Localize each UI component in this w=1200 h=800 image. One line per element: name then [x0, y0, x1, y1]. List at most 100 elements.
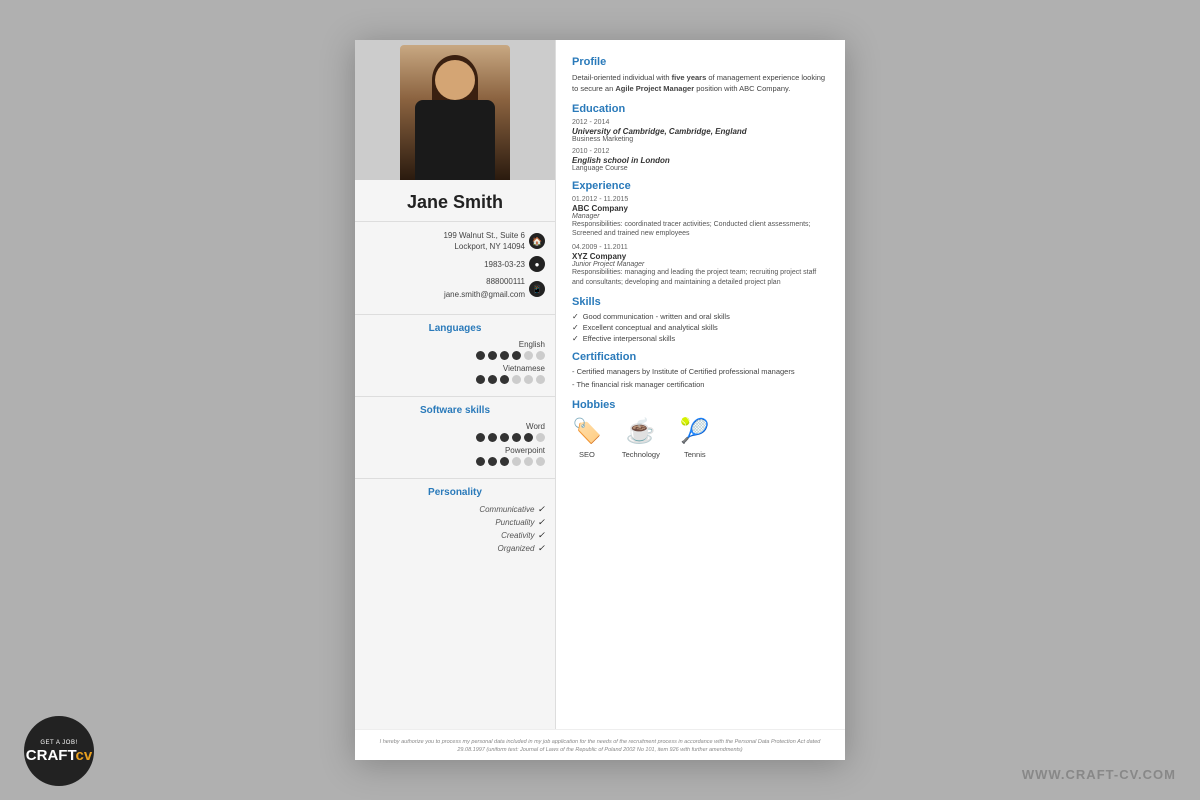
dot: [476, 433, 485, 442]
word-label: Word: [365, 422, 545, 431]
profile-text: Detail-oriented individual with five yea…: [572, 72, 829, 95]
ppt-label: Powerpoint: [365, 446, 545, 455]
certification-title: Certification: [572, 351, 829, 363]
experience-title: Experience: [572, 180, 829, 192]
ppt-dots: [365, 457, 545, 466]
dot: [488, 433, 497, 442]
dot: [476, 375, 485, 384]
profile-title: Profile: [572, 56, 829, 68]
software-section: Software skills Word Powerpoint: [355, 397, 555, 479]
edu-degree-1: Business Marketing: [572, 136, 829, 143]
cert-item-2: - The financial risk manager certificati…: [572, 380, 829, 391]
seo-icon: 🏷️: [572, 417, 602, 446]
dot: [488, 375, 497, 384]
home-icon: 🏠: [529, 233, 545, 249]
languages-title: Languages: [365, 323, 545, 334]
personality-title: Personality: [365, 487, 545, 498]
skill-text-1: Good communication - written and oral sk…: [583, 312, 730, 321]
address-line1: 199 Walnut St., Suite 6: [443, 230, 525, 241]
lang-english-dots: [365, 351, 545, 360]
personality-section: Personality Communicative ✓ Punctuality …: [355, 479, 555, 564]
dot-empty: [536, 457, 545, 466]
dot: [500, 351, 509, 360]
exp-date-2: 04.2009 - 11.2011: [572, 244, 829, 251]
hobbies-title: Hobbies: [572, 399, 829, 411]
edu-date-1: 2012 - 2014: [572, 119, 829, 126]
dot-empty: [512, 457, 521, 466]
dot-empty: [536, 351, 545, 360]
phone-icon: 📱: [529, 281, 545, 297]
logo-tagline: GET A JOB!: [40, 740, 77, 746]
watermark: WWW.CRAFT-CV.COM: [1022, 767, 1176, 782]
dot-empty: [524, 375, 533, 384]
address-item: 199 Walnut St., Suite 6 Lockport, NY 140…: [365, 230, 545, 252]
dot: [500, 375, 509, 384]
check-icon: ✓: [572, 312, 579, 321]
dot-empty: [512, 375, 521, 384]
cert-item-1: - Certified managers by Institute of Cer…: [572, 367, 829, 378]
dot-empty: [524, 457, 533, 466]
tennis-icon: 🎾: [680, 417, 710, 446]
languages-section: Languages English Vietnamese: [355, 315, 555, 397]
check-icon: ✓: [572, 334, 579, 343]
education-title: Education: [572, 103, 829, 115]
left-panel: Jane Smith 199 Walnut St., Suite 6 Lockp…: [355, 40, 555, 729]
logo-name: CRAFTcv: [26, 748, 92, 763]
lang-vietnamese-dots: [365, 375, 545, 384]
exp-date-1: 01.2012 - 11.2015: [572, 196, 829, 203]
check-icon: ✓: [537, 504, 545, 515]
dot: [476, 457, 485, 466]
technology-icon: ☕: [626, 417, 656, 446]
personality-creativity: Creativity ✓: [365, 530, 545, 541]
exp-company-2: XYZ Company: [572, 252, 829, 261]
check-icon: ✓: [537, 517, 545, 528]
calendar-icon: ●: [529, 256, 545, 272]
contact-area: 199 Walnut St., Suite 6 Lockport, NY 140…: [355, 222, 555, 315]
edu-school-2: English school in London: [572, 156, 829, 165]
edu-date-2: 2010 - 2012: [572, 148, 829, 155]
head: [435, 60, 475, 100]
personality-communicative: Communicative ✓: [365, 504, 545, 515]
name-area: Jane Smith: [355, 180, 555, 222]
person-name: Jane Smith: [365, 192, 545, 213]
resume-paper: Jane Smith 199 Walnut St., Suite 6 Lockp…: [355, 40, 845, 760]
hobby-tennis: 🎾 Tennis: [680, 417, 710, 459]
hobbies-row: 🏷️ SEO ☕ Technology 🎾 Tennis: [572, 417, 829, 459]
email-value: jane.smith@gmail.com: [444, 289, 525, 302]
dot: [512, 433, 521, 442]
body: [415, 100, 495, 180]
phone-value: 888000111: [444, 276, 525, 289]
exp-desc-1: Responsibilities: coordinated tracer act…: [572, 220, 829, 240]
exp-company-1: ABC Company: [572, 204, 829, 213]
skill-text-3: Effective interpersonal skills: [583, 334, 675, 343]
word-dots: [365, 433, 545, 442]
dob-item: 1983-03-23 ●: [365, 256, 545, 272]
dob-value: 1983-03-23: [484, 260, 525, 269]
tennis-label: Tennis: [684, 450, 706, 459]
dot: [512, 351, 521, 360]
lang-english-label: English: [365, 340, 545, 349]
check-icon: ✓: [537, 530, 545, 541]
dot: [524, 433, 533, 442]
dot-empty: [536, 433, 545, 442]
footer-text: I hereby authorize you to process my per…: [355, 729, 845, 761]
dot-empty: [536, 375, 545, 384]
dot: [500, 457, 509, 466]
hobby-technology: ☕ Technology: [622, 417, 660, 459]
check-icon: ✓: [572, 323, 579, 332]
photo-area: [355, 40, 555, 180]
exp-desc-2: Responsibilities: managing and leading t…: [572, 268, 829, 288]
exp-role-1: Manager: [572, 213, 829, 220]
dot-empty: [524, 351, 533, 360]
check-icon: ✓: [537, 543, 545, 554]
logo-sub: cv: [76, 747, 93, 764]
edu-degree-2: Language Course: [572, 165, 829, 172]
phone-item: 888000111 jane.smith@gmail.com 📱: [365, 276, 545, 302]
technology-label: Technology: [622, 450, 660, 459]
address-line2: Lockport, NY 14094: [443, 241, 525, 252]
dot: [488, 457, 497, 466]
personality-organized: Organized ✓: [365, 543, 545, 554]
skill-item-3: ✓ Effective interpersonal skills: [572, 334, 829, 343]
hobby-seo: 🏷️ SEO: [572, 417, 602, 459]
lang-vietnamese-label: Vietnamese: [365, 364, 545, 373]
